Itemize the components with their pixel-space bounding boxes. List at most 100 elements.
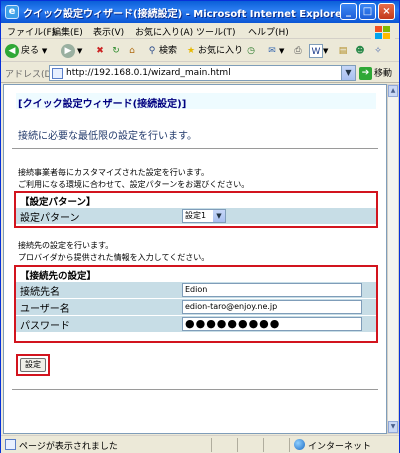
history-button[interactable]: ◷ <box>244 42 258 60</box>
connection-note-line1: 接続先の設定を行います。 <box>18 241 114 250</box>
mail-icon: ✉ <box>268 45 276 56</box>
favorites-label: お気に入り <box>198 46 244 56</box>
address-input[interactable]: http://192.168.0.1/wizard_main.html ▼ <box>49 65 356 81</box>
chevron-down-icon: ▼ <box>41 47 48 55</box>
maximize-button[interactable]: □ <box>359 3 376 20</box>
address-label: アドレス(D) <box>5 70 55 80</box>
refresh-icon: ↻ <box>112 45 120 56</box>
pattern-note-line1: 接続事業者毎にカスタマイズされた設定を行います。 <box>18 168 209 177</box>
research-button[interactable]: ✧ <box>371 42 385 60</box>
submit-button[interactable]: 設定 <box>20 358 46 372</box>
chevron-down-icon: ▼ <box>279 47 285 55</box>
conn-name-row: 接続先名 Edion <box>16 282 376 298</box>
browser-window: e クイック設定ウィザード(接続設定) - Microsoft Internet… <box>0 0 400 453</box>
menu-edit[interactable]: 編集(E) <box>52 25 83 38</box>
status-separator <box>289 438 290 452</box>
search-icon: ⚲ <box>148 45 156 56</box>
zone-label: インターネット <box>308 442 372 452</box>
status-separator <box>211 438 212 452</box>
print-button[interactable]: ⎙ <box>291 42 305 60</box>
page-heading: [クイック設定ウィザード(接続設定)] <box>16 93 376 110</box>
home-icon: ⌂ <box>129 45 135 56</box>
status-separator <box>237 438 238 452</box>
mail-button[interactable]: ✉ ▼ <box>265 42 284 60</box>
search-label: 検索 <box>159 46 178 56</box>
scroll-up-icon[interactable]: ▲ <box>388 85 398 97</box>
discuss-button[interactable]: ▤ <box>336 42 350 60</box>
forward-arrow-icon: ▶ <box>61 43 75 58</box>
address-url[interactable]: http://192.168.0.1/wizard_main.html <box>66 68 231 78</box>
pattern-note-line2: ご利用になる環境に合わせて、設定パターンをお選びください。 <box>18 180 250 189</box>
divider <box>12 148 378 149</box>
menu-tools[interactable]: ツール(T) <box>196 25 236 38</box>
vertical-scrollbar[interactable]: ▲ ▼ <box>387 84 399 434</box>
go-label: 移動 <box>374 69 393 79</box>
refresh-button[interactable]: ↻ <box>109 42 123 60</box>
ie-icon: e <box>5 5 19 19</box>
username-input[interactable]: edion-taro@enjoy.ne.jp <box>182 300 362 314</box>
close-button[interactable]: × <box>378 3 395 20</box>
minimize-button[interactable]: _ <box>340 3 357 20</box>
back-arrow-icon: ◀ <box>5 43 19 58</box>
pattern-select-value: 設定1 <box>185 211 207 220</box>
username-row: ユーザー名 edion-taro@enjoy.ne.jp <box>16 299 376 315</box>
pattern-select[interactable]: 設定1 ▼ <box>182 209 226 223</box>
stop-icon: ✖ <box>96 45 104 56</box>
divider <box>12 389 378 390</box>
edit-button[interactable]: W ▼ <box>309 42 328 60</box>
submit-highlight: 設定 <box>16 354 50 376</box>
search-button[interactable]: ⚲ 検索 <box>145 42 177 60</box>
connection-note-line2: プロバイダから提供された情報を入力してください。 <box>18 253 210 262</box>
page-icon <box>52 68 63 79</box>
pattern-section-title: 【設定パターン】 <box>20 197 96 208</box>
menu-help[interactable]: ヘルプ(H) <box>248 25 289 38</box>
chevron-down-icon: ▼ <box>323 47 329 55</box>
print-icon: ⎙ <box>294 45 302 56</box>
window-title: クイック設定ウィザード(接続設定) - Microsoft Internet E… <box>23 9 347 20</box>
star-icon: ★ <box>186 45 196 56</box>
pattern-section: 【設定パターン】 設定パターン 設定1 ▼ <box>14 191 378 228</box>
chevron-down-icon: ▼ <box>77 47 83 55</box>
address-dropdown-icon[interactable]: ▼ <box>341 66 355 80</box>
go-button[interactable]: ➔ 移動 <box>359 66 392 80</box>
status-separator <box>263 438 264 452</box>
menu-file[interactable]: ファイル(F) <box>7 25 55 38</box>
back-button[interactable]: ◀ 戻る ▼ <box>5 42 47 60</box>
internet-zone-icon <box>294 439 305 450</box>
username-label: ユーザー名 <box>20 304 70 315</box>
messenger-button[interactable]: ☻ <box>353 42 367 60</box>
pattern-label: 設定パターン <box>20 213 80 224</box>
go-arrow-icon: ➔ <box>359 67 372 80</box>
back-label: 戻る <box>21 46 40 56</box>
home-button[interactable]: ⌂ <box>125 42 139 60</box>
messenger-icon: ☻ <box>355 45 365 56</box>
title-bar: e クイック設定ウィザード(接続設定) - Microsoft Internet… <box>1 1 399 23</box>
toolbar: ◀ 戻る ▼ ▶ ▼ ✖ ↻ ⌂ ⚲ 検索 ★ お気に入り ◷ ✉ ▼ ⎙ W ▼ ▤ ☻ … <box>1 40 399 62</box>
address-bar: アドレス(D) http://192.168.0.1/wizard_main.h… <box>1 63 399 83</box>
favorites-button[interactable]: ★ お気に入り <box>184 42 243 60</box>
status-bar: ページが表示されました インターネット <box>1 435 399 453</box>
page-done-icon <box>5 439 16 450</box>
menu-favorites[interactable]: お気に入り(A) <box>135 25 193 38</box>
research-icon: ✧ <box>374 45 382 56</box>
conn-name-input[interactable]: Edion <box>182 283 362 297</box>
chevron-down-icon[interactable]: ▼ <box>213 210 225 222</box>
menu-view[interactable]: 表示(V) <box>93 25 124 38</box>
connection-section-title: 【接続先の設定】 <box>20 271 97 282</box>
password-label: パスワード <box>20 321 70 332</box>
conn-name-label: 接続先名 <box>20 287 60 298</box>
windows-logo-icon <box>371 23 395 41</box>
pattern-row: 設定パターン 設定1 ▼ <box>16 208 376 224</box>
menu-bar: ファイル(F) 編集(E) 表示(V) お気に入り(A) ツール(T) ヘルプ(… <box>1 23 399 39</box>
page-content: [クイック設定ウィザード(接続設定)] 接続に必要な最低限の設定を行います。 接… <box>3 84 387 434</box>
discuss-icon: ▤ <box>338 45 348 56</box>
stop-button[interactable]: ✖ <box>93 42 107 60</box>
forward-button[interactable]: ▶ ▼ <box>61 42 82 60</box>
word-icon: W <box>309 43 323 58</box>
page-subtitle: 接続に必要な最低限の設定を行います。 <box>18 131 197 142</box>
status-text: ページが表示されました <box>19 442 118 452</box>
scroll-down-icon[interactable]: ▼ <box>388 421 398 433</box>
password-row: パスワード ●●●●●●●●● <box>16 316 376 332</box>
password-input[interactable]: ●●●●●●●●● <box>182 317 362 331</box>
connection-section: 【接続先の設定】 接続先名 Edion ユーザー名 edion-taro@enj… <box>14 265 378 343</box>
